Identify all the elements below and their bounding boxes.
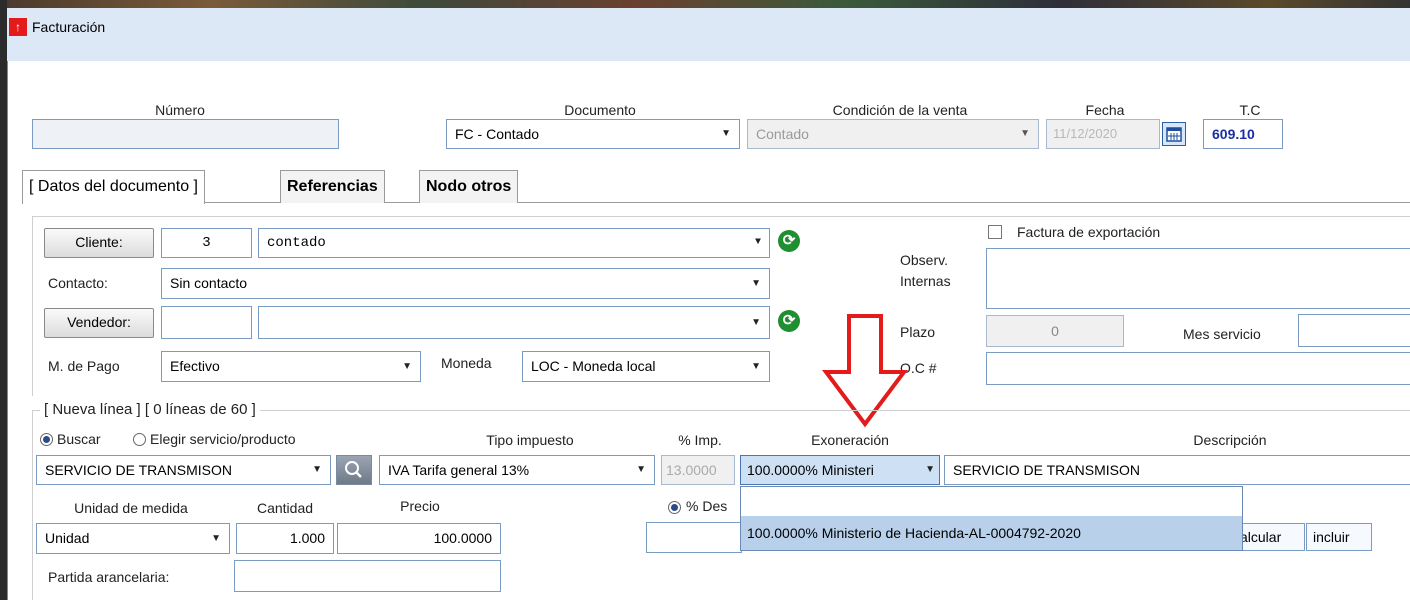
unidad-label: Unidad de medida	[74, 500, 188, 516]
tc-label: T.C	[1239, 102, 1261, 118]
descripcion-field[interactable]: SERVICIO DE TRANSMISON	[944, 455, 1410, 485]
export-label: Factura de exportación	[1017, 224, 1161, 240]
buscar-radio[interactable]	[40, 433, 53, 446]
chevron-down-icon[interactable]: ▼	[636, 456, 646, 484]
chevron-down-icon[interactable]: ▼	[211, 524, 221, 553]
exoneracion-select[interactable]: 100.0000% Ministeri ▼	[740, 455, 940, 485]
contacto-value: Sin contacto	[170, 275, 248, 291]
documento-label: Documento	[564, 102, 636, 118]
condicion-label: Condición de la venta	[832, 102, 968, 118]
mpago-select[interactable]: Efectivo ▼	[161, 351, 421, 382]
vendedor-button[interactable]: Vendedor:	[44, 308, 154, 338]
cliente-select[interactable]: contado ▼	[258, 228, 770, 258]
fecha-field[interactable]: 11/12/2020	[1046, 119, 1160, 149]
elegir-label: Elegir servicio/producto	[150, 431, 296, 447]
tc-field[interactable]: 609.10	[1203, 119, 1283, 149]
vendedor-code-field[interactable]	[161, 306, 252, 339]
exoneracion-label: Exoneración	[811, 432, 889, 448]
vendedor-select[interactable]: ▼	[258, 306, 770, 339]
refresh-vendedor-icon[interactable]: ⟳	[778, 310, 800, 332]
moneda-label: Moneda	[441, 355, 492, 371]
descuento-radio[interactable]	[668, 501, 681, 514]
title-bar	[7, 8, 1410, 62]
dropdown-option-empty[interactable]	[741, 487, 1242, 516]
tab-nodo-otros[interactable]: Nodo otros	[419, 170, 519, 203]
moneda-select[interactable]: LOC - Moneda local ▼	[522, 351, 770, 382]
new-line-legend: [ Nueva línea ] [ 0 líneas de 60 ]	[40, 401, 260, 418]
observ-label-1: Observ.	[900, 252, 948, 268]
contacto-select[interactable]: Sin contacto ▼	[161, 268, 770, 299]
exoneracion-dropdown-list: 100.0000% Ministerio de Hacienda-AL-0004…	[740, 486, 1243, 551]
chevron-down-icon[interactable]: ▼	[721, 120, 731, 148]
oc-field[interactable]	[986, 352, 1410, 385]
imp-field[interactable]: 13.0000	[661, 455, 735, 485]
documento-value: FC - Contado	[455, 126, 540, 142]
chevron-down-icon[interactable]: ▼	[402, 352, 412, 381]
descuento-label: % Des	[686, 498, 728, 514]
calcular-button[interactable]: alcular	[1235, 523, 1305, 551]
unidad-value: Unidad	[45, 530, 90, 546]
elegir-radio[interactable]	[133, 433, 146, 446]
window-title: Facturación	[32, 19, 106, 35]
numero-field[interactable]	[32, 119, 339, 149]
cliente-button[interactable]: Cliente:	[44, 228, 154, 258]
unidad-select[interactable]: Unidad ▼	[36, 523, 230, 554]
tipo-impuesto-value: IVA Tarifa general 13%	[388, 462, 530, 478]
tab-datos-documento[interactable]: [ Datos del documento ]	[22, 170, 205, 204]
refresh-cliente-icon[interactable]: ⟳	[778, 230, 800, 252]
dropdown-option-ministerio[interactable]: 100.0000% Ministerio de Hacienda-AL-0004…	[741, 516, 1242, 550]
cliente-code-field[interactable]: 3	[161, 228, 252, 258]
moneda-value: LOC - Moneda local	[531, 358, 656, 374]
observ-textarea[interactable]	[986, 248, 1410, 309]
chevron-down-icon[interactable]: ▼	[751, 269, 761, 298]
mes-servicio-label: Mes servicio	[1183, 326, 1261, 342]
chevron-down-icon[interactable]: ▼	[755, 229, 761, 257]
mpago-label: M. de Pago	[48, 358, 120, 374]
search-icon[interactable]	[336, 455, 372, 485]
incluir-button[interactable]: incluir	[1306, 523, 1372, 551]
tipo-impuesto-label: Tipo impuesto	[486, 432, 574, 448]
chevron-down-icon[interactable]: ▼	[312, 456, 322, 484]
condicion-select[interactable]: Contado ▼	[747, 119, 1039, 149]
app-logo-icon: ↑	[9, 18, 27, 36]
servicio-value: SERVICIO DE TRANSMISON	[45, 462, 232, 478]
tab-referencias[interactable]: Referencias	[280, 170, 385, 203]
descripcion-label: Descripción	[1193, 432, 1267, 448]
servicio-select[interactable]: SERVICIO DE TRANSMISON ▼	[36, 455, 331, 485]
cantidad-label: Cantidad	[256, 500, 314, 516]
buscar-label: Buscar	[57, 431, 101, 447]
contacto-label: Contacto:	[48, 275, 108, 291]
window-left-border	[0, 0, 7, 600]
chevron-down-icon[interactable]: ▼	[925, 456, 935, 484]
descuento-field[interactable]	[646, 522, 742, 553]
chevron-down-icon[interactable]: ▼	[1020, 120, 1030, 148]
mpago-value: Efectivo	[170, 358, 220, 374]
partida-field[interactable]	[234, 560, 501, 592]
precio-field[interactable]: 100.0000	[337, 523, 501, 554]
precio-label: Precio	[400, 498, 440, 514]
export-checkbox[interactable]	[988, 225, 1002, 239]
background-window-strip	[0, 0, 1410, 8]
chevron-down-icon[interactable]: ▼	[751, 352, 761, 381]
chevron-down-icon[interactable]: ▼	[751, 307, 761, 338]
tipo-impuesto-select[interactable]: IVA Tarifa general 13% ▼	[379, 455, 655, 485]
calendar-icon[interactable]	[1162, 122, 1186, 146]
condicion-value: Contado	[756, 126, 809, 142]
observ-label-2: Internas	[900, 273, 951, 289]
partida-label: Partida arancelaria:	[48, 569, 170, 585]
exoneracion-value: 100.0000% Ministeri	[747, 462, 874, 478]
tabs-baseline	[22, 202, 1410, 203]
numero-label: Número	[155, 102, 205, 118]
fecha-label: Fecha	[1085, 102, 1125, 118]
imp-label: % Imp.	[678, 432, 722, 448]
cantidad-field[interactable]: 1.000	[236, 523, 334, 554]
cliente-name: contado	[267, 235, 326, 251]
mes-servicio-field[interactable]	[1298, 314, 1410, 347]
documento-select[interactable]: FC - Contado ▼	[446, 119, 740, 149]
plazo-field[interactable]: 0	[986, 315, 1124, 347]
